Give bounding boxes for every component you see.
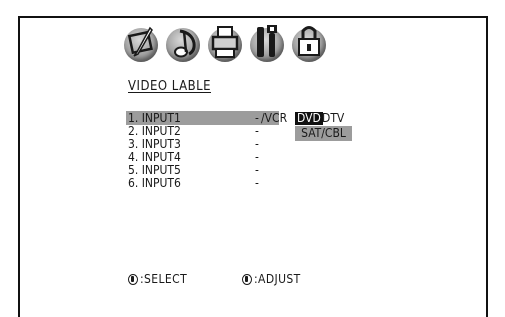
input-value: -	[255, 176, 259, 190]
joystick-button-icon	[128, 273, 138, 285]
adjust-hint-label: :ADJUST	[254, 272, 301, 286]
music-note-icon[interactable]	[166, 28, 200, 62]
joystick-button-icon	[242, 273, 252, 285]
page-title: VIDEO LABLE	[128, 79, 211, 94]
label-dropdown-option[interactable]: SAT/CBL	[295, 126, 352, 141]
option-dvd[interactable]: DVD	[295, 112, 323, 125]
option-dtv[interactable]: DTV	[322, 112, 344, 125]
input-label: 6. INPUT6	[128, 176, 181, 190]
tools-icon[interactable]	[250, 25, 284, 62]
option-vcr[interactable]: /VCR	[261, 112, 287, 125]
footer-adjust-hint: :ADJUST	[242, 272, 301, 286]
printer-icon[interactable]	[208, 26, 242, 62]
picture-brush-icon[interactable]	[124, 26, 158, 62]
lock-icon[interactable]	[292, 26, 326, 62]
footer-select-hint: :SELECT	[128, 272, 187, 286]
select-hint-label: :SELECT	[140, 272, 188, 286]
menu-icon-bar	[124, 21, 326, 69]
